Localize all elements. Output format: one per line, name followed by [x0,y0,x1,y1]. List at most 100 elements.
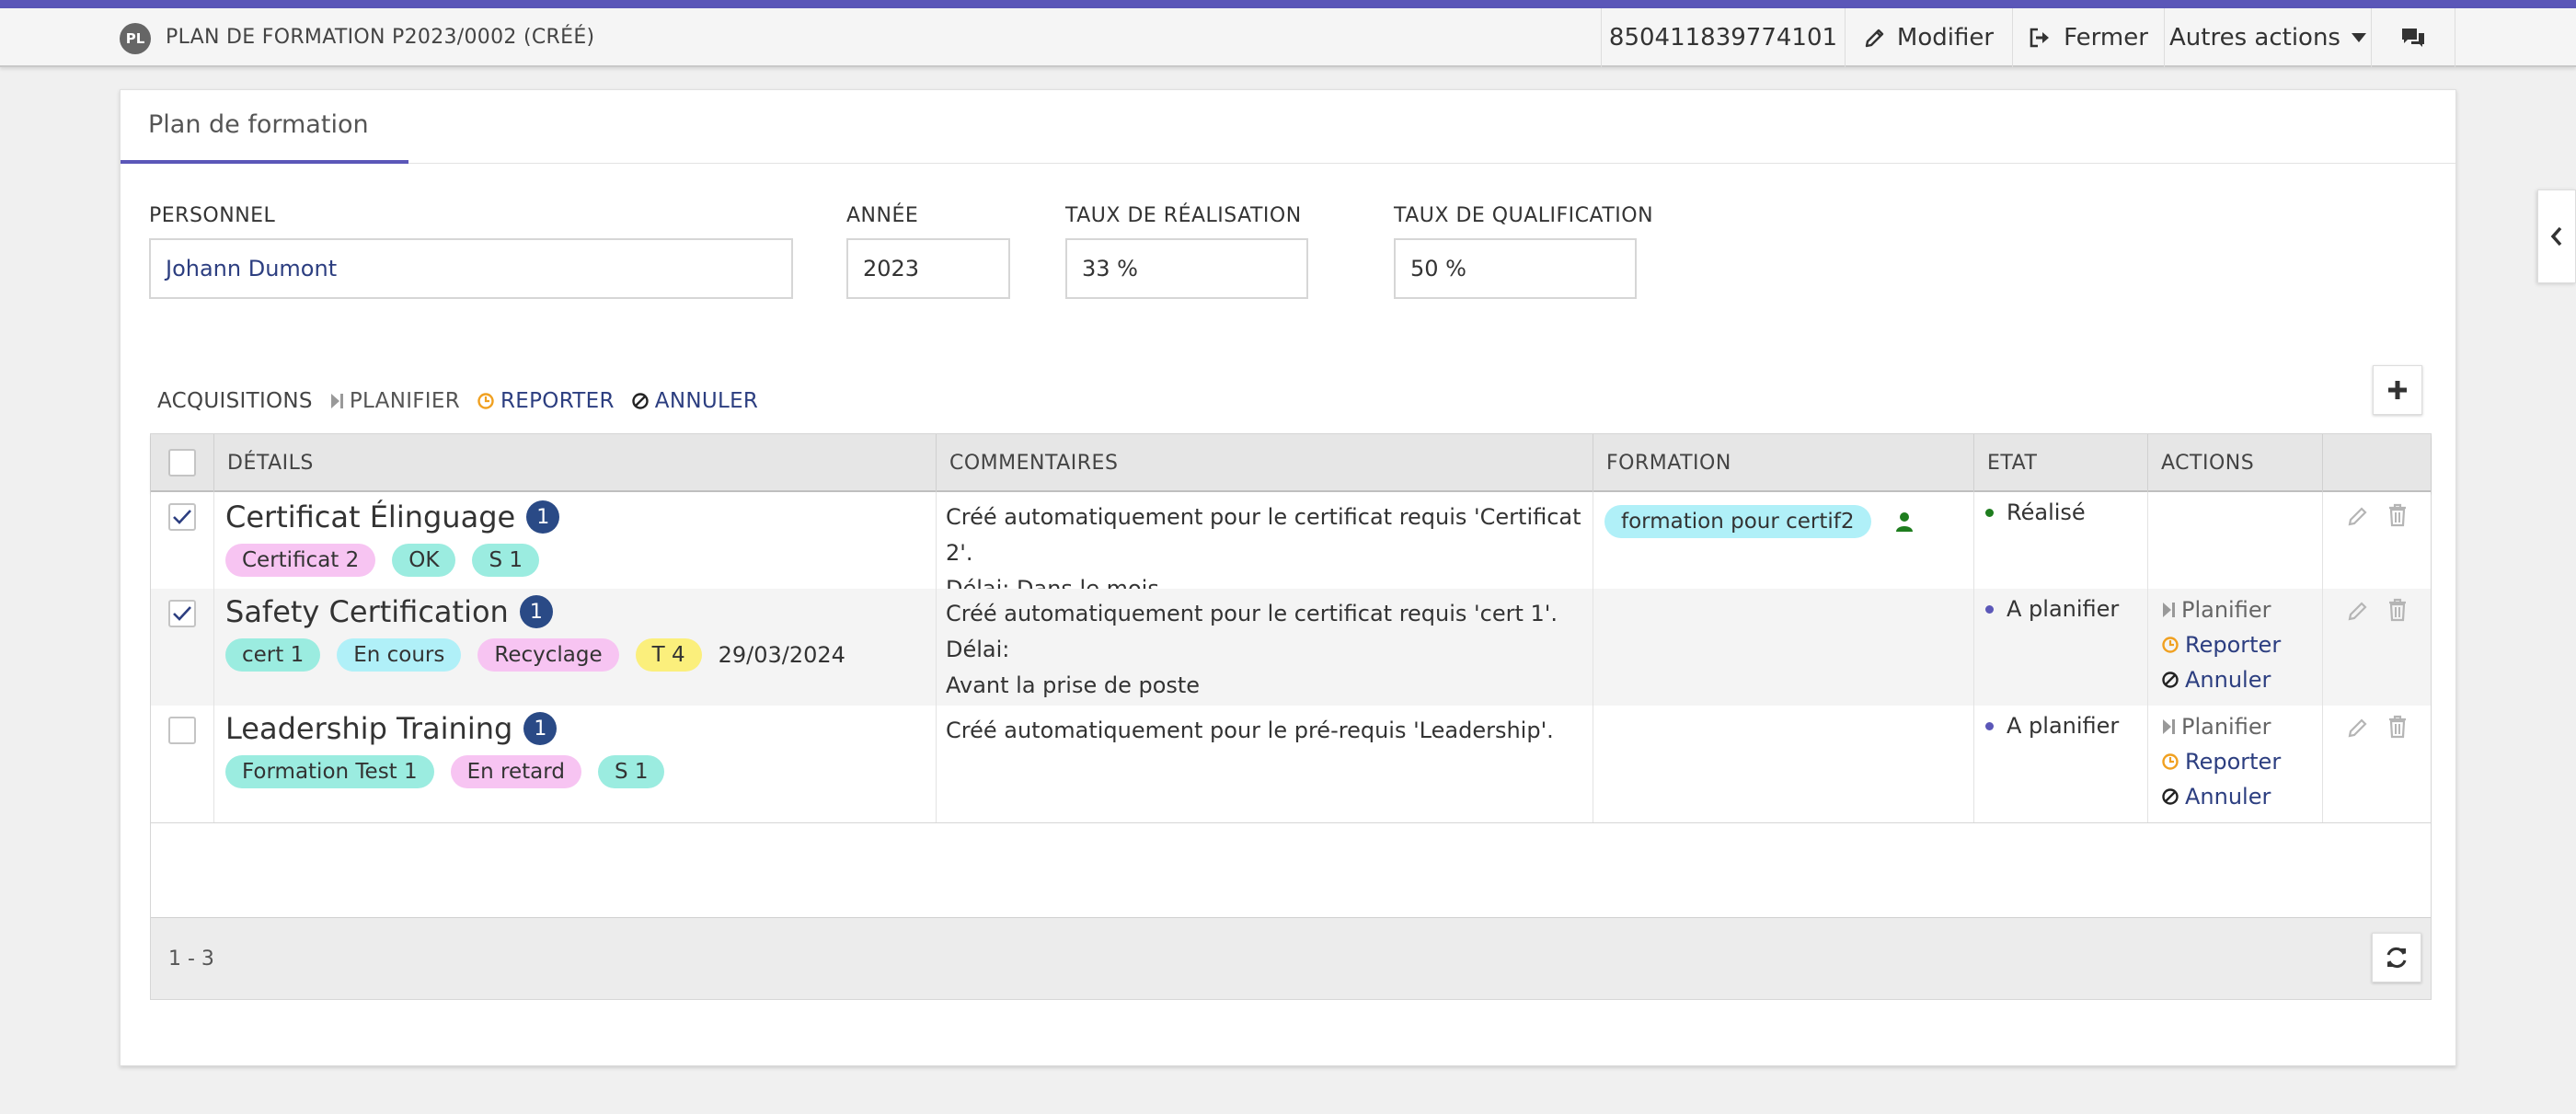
year-field[interactable]: 2023 [846,238,1010,299]
cancel-action[interactable]: Annuler [2161,779,2322,814]
realisation-rate-label: TAUX DE RÉALISATION [1065,204,1302,227]
acquisitions-toolbar: ACQUISITIONS PLANIFIER REPORTER ANNULER [157,383,775,419]
acquisitions-title: ACQUISITIONS [157,389,313,413]
tag: Certificat 2 [225,544,376,577]
plan-action[interactable]: Planifier [2161,709,2322,744]
clock-icon [2162,753,2179,770]
table-row[interactable]: Certificat Élinguage 1 Certificat 2 OK S… [151,492,2431,602]
trash-icon[interactable] [2387,715,2408,739]
cancel-all-button[interactable]: ANNULER [631,389,758,413]
chevron-left-icon [2550,226,2562,247]
edit-row-icon[interactable] [2347,717,2369,739]
due-date: 29/03/2024 [718,642,845,668]
report-all-label: REPORTER [500,389,615,413]
clock-icon [2162,637,2179,653]
side-panel-toggle[interactable] [2537,189,2576,283]
comment-cell: Créé automatiquement pour le pré-requis … [937,706,1593,822]
close-button[interactable]: Fermer [2012,8,2164,67]
comment-line: Créé automatiquement pour le certificat … [946,601,1558,662]
report-action[interactable]: Reporter [2161,627,2322,662]
caret-down-icon [2351,33,2366,42]
table-row[interactable]: Safety Certification 1 cert 1 En cours R… [151,589,2431,706]
comment-line: Avant la prise de poste [946,672,1201,698]
plan-action-label: Planifier [2181,714,2271,740]
row-title-text[interactable]: Safety Certification [225,594,509,629]
step-forward-icon [2163,719,2175,734]
comment-line: Créé automatiquement pour le pré-requis … [946,718,1554,743]
trash-icon[interactable] [2387,598,2408,622]
record-code-text: 850411839774101 [1608,24,1838,52]
state-cell: A planifier [1974,589,2148,706]
details-cell: Leadership Training 1 Formation Test 1 E… [214,706,937,822]
comments-icon [2402,29,2424,47]
report-all-button[interactable]: REPORTER [477,389,615,413]
state-label: A planifier [2007,713,2120,739]
report-action-label: Reporter [2185,749,2282,775]
formation-tag[interactable]: formation pour certif2 [1604,505,1871,538]
state-label: A planifier [2007,596,2120,622]
count-badge: 1 [519,595,553,628]
refresh-button[interactable] [2372,933,2421,982]
qualification-rate-field[interactable]: 50 % [1394,238,1637,299]
tag: S 1 [597,755,665,788]
tag: T 4 [635,638,702,672]
comment-cell: Créé automatiquement pour le certificat … [937,492,1593,602]
edit-row-icon[interactable] [2347,600,2369,622]
row-title-text[interactable]: Certificat Élinguage [225,500,515,534]
column-header-comments[interactable]: COMMENTAIRES [937,434,1593,492]
plan-all-button[interactable]: PLANIFIER [329,389,460,413]
tab-plan-de-formation[interactable]: Plan de formation [121,90,408,164]
row-title: Leadership Training 1 [225,711,936,746]
top-header: PL PLAN DE FORMATION P2023/0002 (CRÉÉ) 8… [0,8,2576,67]
edit-button[interactable]: Modifier [1845,8,2012,67]
state-dot [1985,604,1994,614]
tag: En retard [450,755,581,788]
row-tags: Formation Test 1 En retard S 1 [225,755,936,788]
state-label: Réalisé [2007,500,2086,525]
details-cell: Certificat Élinguage 1 Certificat 2 OK S… [214,492,937,589]
edit-row-icon[interactable] [2347,505,2369,527]
ban-icon [2162,788,2179,805]
tools-cell [2323,589,2432,706]
row-tags: Certificat 2 OK S 1 [225,544,936,577]
cancel-action[interactable]: Annuler [2161,662,2322,697]
more-actions-dropdown[interactable]: Autres actions [2164,8,2371,67]
actions-cell [2148,492,2323,589]
column-header-actions[interactable]: ACTIONS [2148,434,2323,492]
comments-button[interactable] [2371,8,2455,67]
tag: S 1 [472,544,539,577]
row-select-cell [151,589,214,706]
row-title-text[interactable]: Leadership Training [225,711,512,746]
year-label: ANNÉE [846,204,919,227]
row-checkbox[interactable] [168,503,196,531]
state-cell: A planifier [1974,706,2148,822]
report-action[interactable]: Reporter [2161,744,2322,779]
add-button[interactable] [2373,365,2422,415]
column-header-details[interactable]: DÉTAILS [214,434,937,492]
row-tags: cert 1 En cours Recyclage T 4 29/03/2024 [225,638,936,672]
column-header-formation[interactable]: FORMATION [1593,434,1974,492]
select-all-checkbox[interactable] [168,449,196,477]
column-header-state[interactable]: ETAT [1974,434,2148,492]
row-select-cell [151,706,214,822]
personnel-field[interactable]: Johann Dumont [149,238,793,299]
table-row[interactable]: Leadership Training 1 Formation Test 1 E… [151,706,2431,823]
actions-cell: Planifier Reporter Annuler [2148,706,2323,822]
cancel-action-label: Annuler [2185,667,2271,693]
row-title: Certificat Élinguage 1 [225,500,936,534]
row-checkbox[interactable] [168,717,196,744]
sign-out-icon [2030,28,2050,48]
row-checkbox[interactable] [168,600,196,627]
comment-cell: Créé automatiquement pour le certificat … [937,589,1593,706]
tag: OK [392,544,456,577]
trash-icon[interactable] [2387,503,2408,527]
formation-cell: formation pour certif2 [1593,492,1974,589]
qualification-rate-label: TAUX DE QUALIFICATION [1394,204,1654,227]
realisation-rate-field[interactable]: 33 % [1065,238,1308,299]
grid-footer: 1 - 3 [151,917,2431,999]
check-icon [173,606,191,621]
accent-bar [0,0,2576,8]
plan-action[interactable]: Planifier [2161,592,2322,627]
actions-cell: Planifier Reporter Annuler [2148,589,2323,706]
row-title: Safety Certification 1 [225,594,936,629]
